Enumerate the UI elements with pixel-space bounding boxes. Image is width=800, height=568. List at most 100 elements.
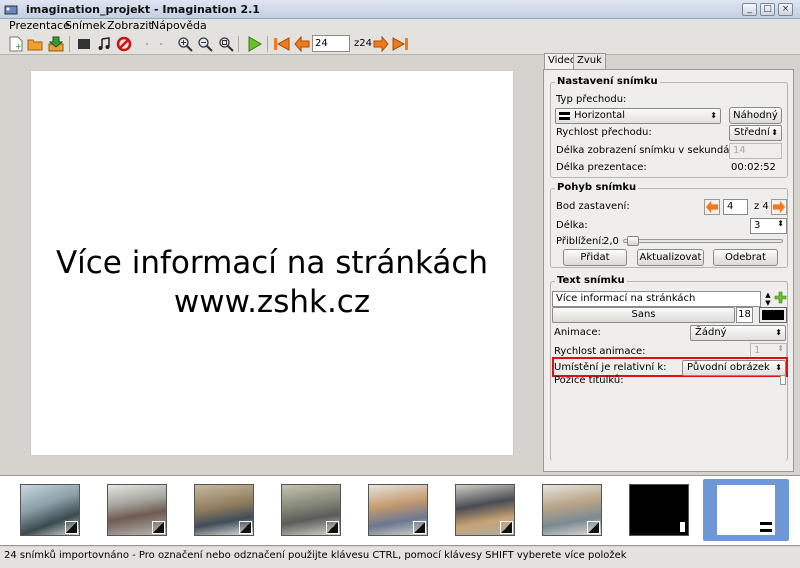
font-size-value[interactable]: 18 — [736, 307, 753, 323]
relative-position-value: Původní obrázek — [687, 362, 770, 373]
slide-settings-title: Nastavení snímku — [555, 76, 660, 87]
next-stop-point-button[interactable] — [771, 199, 787, 215]
properties-panel: Nastavení snímku Typ přechodu: Horizonta… — [543, 69, 794, 472]
transition-mark-icon — [413, 521, 426, 534]
prev-slide-icon[interactable] — [293, 35, 311, 53]
thumbnail-5[interactable] — [368, 484, 428, 536]
chevron-updown-icon: ⬍ — [771, 128, 778, 137]
maximize-button[interactable]: □ — [760, 3, 775, 16]
transition-speed-select[interactable]: Střední ⬍ — [729, 125, 782, 141]
first-slide-icon[interactable] — [273, 35, 291, 53]
thumbnail-strip — [0, 475, 800, 546]
app-icon — [4, 5, 18, 15]
thumbnail-8[interactable] — [629, 484, 689, 536]
slide-motion-group: Pohyb snímku Bod zastavení: 4 z 4 Délka:… — [550, 182, 788, 268]
slide-text-input[interactable]: Více informací na stránkách — [552, 291, 761, 307]
transition-mark-icon — [500, 521, 513, 534]
zoom-fit-icon[interactable] — [217, 35, 235, 53]
slide-duration-label: Délka zobrazení snímku v sekundách: — [556, 145, 745, 156]
save-icon[interactable] — [47, 35, 65, 53]
stop-point-input[interactable]: 4 — [723, 199, 748, 215]
title-bar: imagination_projekt - Imagination 2.1 _ … — [0, 0, 800, 19]
update-stop-point-button[interactable]: Aktualizovat — [637, 249, 704, 266]
transition-type-value: Horizontal — [574, 110, 626, 121]
chevron-updown-icon: ⬍ — [775, 328, 782, 337]
horizontal-transition-icon — [559, 112, 570, 120]
slide-text-title: Text snímku — [555, 275, 627, 286]
zoom-label: Přiblížení: — [556, 236, 605, 247]
stop-point-total: z 4 — [754, 201, 769, 212]
delete-icon[interactable] — [115, 35, 133, 53]
motion-length-value: 3 — [754, 220, 761, 231]
new-icon[interactable]: + — [7, 35, 25, 53]
stop-point-label: Bod zastavení: — [556, 201, 630, 212]
toolbar-separator — [160, 43, 162, 45]
add-stop-point-button[interactable]: Přidat — [563, 249, 627, 266]
open-icon[interactable] — [26, 35, 44, 53]
relative-position-label: Umístění je relativní k: — [554, 362, 667, 373]
slide-total-label: z24 — [354, 38, 372, 49]
spin-arrows-icon: ⬍ — [777, 219, 784, 228]
last-slide-icon[interactable] — [391, 35, 409, 53]
thumbnail-4[interactable] — [281, 484, 341, 536]
arrow-right-icon — [772, 200, 786, 214]
toolbar-separator — [69, 36, 70, 52]
chevron-updown-icon: ⬍ — [710, 111, 717, 120]
chevron-updown-icon: ⬍ — [775, 363, 782, 372]
random-button[interactable]: Náhodný — [729, 107, 782, 124]
presentation-length-label: Délka prezentace: — [556, 162, 647, 173]
transition-type-select[interactable]: Horizontal ⬍ — [555, 108, 721, 124]
motion-length-input[interactable]: 3 ⬍ — [750, 218, 787, 234]
minimize-button[interactable]: _ — [742, 3, 757, 16]
menu-napoveda[interactable]: Nápověda — [151, 19, 207, 32]
menu-snimek[interactable]: Snímek — [65, 19, 106, 32]
slide-text-line-2: www.zshk.cz — [173, 284, 371, 320]
transition-speed-value: Střední — [734, 127, 770, 138]
import-music-icon[interactable] — [95, 35, 113, 53]
thumbnail-9[interactable] — [716, 484, 776, 536]
slide-text-line-1: Více informací na stránkách — [55, 245, 489, 281]
status-bar: 24 snímků importovnáno - Pro označení ne… — [0, 547, 800, 568]
zoom-out-icon[interactable] — [196, 35, 214, 53]
slide-number-input[interactable]: 24 — [312, 35, 350, 52]
transition-type-label: Typ přechodu: — [556, 94, 627, 105]
import-pictures-icon[interactable] — [75, 35, 93, 53]
thumbnail-7[interactable] — [542, 484, 602, 536]
relative-position-select[interactable]: Původní obrázek ⬍ — [682, 360, 786, 376]
transition-mark-icon — [326, 521, 339, 534]
zoom-value: 2,0 — [603, 236, 619, 247]
zoom-slider[interactable] — [623, 236, 783, 246]
thumbnail-1[interactable] — [20, 484, 80, 536]
slide-text-value: Více informací na stránkách — [556, 293, 696, 304]
close-button[interactable]: × — [778, 3, 793, 16]
text-expander-spin-icon[interactable]: ▲ ▼ — [764, 291, 772, 307]
slide-duration-input: 14 — [729, 143, 782, 159]
next-slide-icon[interactable] — [372, 35, 390, 53]
tab-zvuk[interactable]: Zvuk — [573, 53, 606, 69]
prev-stop-point-button[interactable] — [704, 199, 720, 215]
thumbnail-6[interactable] — [455, 484, 515, 536]
panel-scrollbar[interactable] — [780, 375, 786, 385]
remove-stop-point-button[interactable]: Odebrat — [713, 249, 778, 266]
toolbar: + 24 z24 — [0, 33, 800, 55]
arrow-left-icon — [705, 200, 719, 214]
font-name: Sans — [631, 309, 656, 320]
font-color-button[interactable] — [759, 307, 787, 323]
zoom-in-icon[interactable] — [176, 35, 194, 53]
thumbnail-2[interactable] — [107, 484, 167, 536]
animation-select[interactable]: Žádný ⬍ — [690, 325, 786, 341]
menu-prezentace[interactable]: Prezentace — [9, 19, 70, 32]
thumbnail-3[interactable] — [194, 484, 254, 536]
font-select-button[interactable]: Sans — [552, 307, 735, 323]
transition-mark-icon — [760, 522, 772, 532]
add-text-icon[interactable] — [774, 291, 788, 307]
window-title: imagination_projekt - Imagination 2.1 — [26, 3, 260, 16]
menu-zobrazit[interactable]: Zobrazit — [107, 19, 153, 32]
font-color-swatch — [762, 310, 784, 320]
zoom-slider-handle[interactable] — [626, 236, 639, 246]
slide-motion-title: Pohyb snímku — [555, 182, 639, 193]
slide-preview[interactable]: Více informací na stránkách www.zshk.cz — [30, 70, 514, 456]
menu-bar: Prezentace Snímek Zobrazit Nápověda — [0, 19, 800, 33]
slide-settings-group: Nastavení snímku Typ přechodu: Horizonta… — [550, 76, 788, 178]
play-icon[interactable] — [245, 35, 263, 53]
